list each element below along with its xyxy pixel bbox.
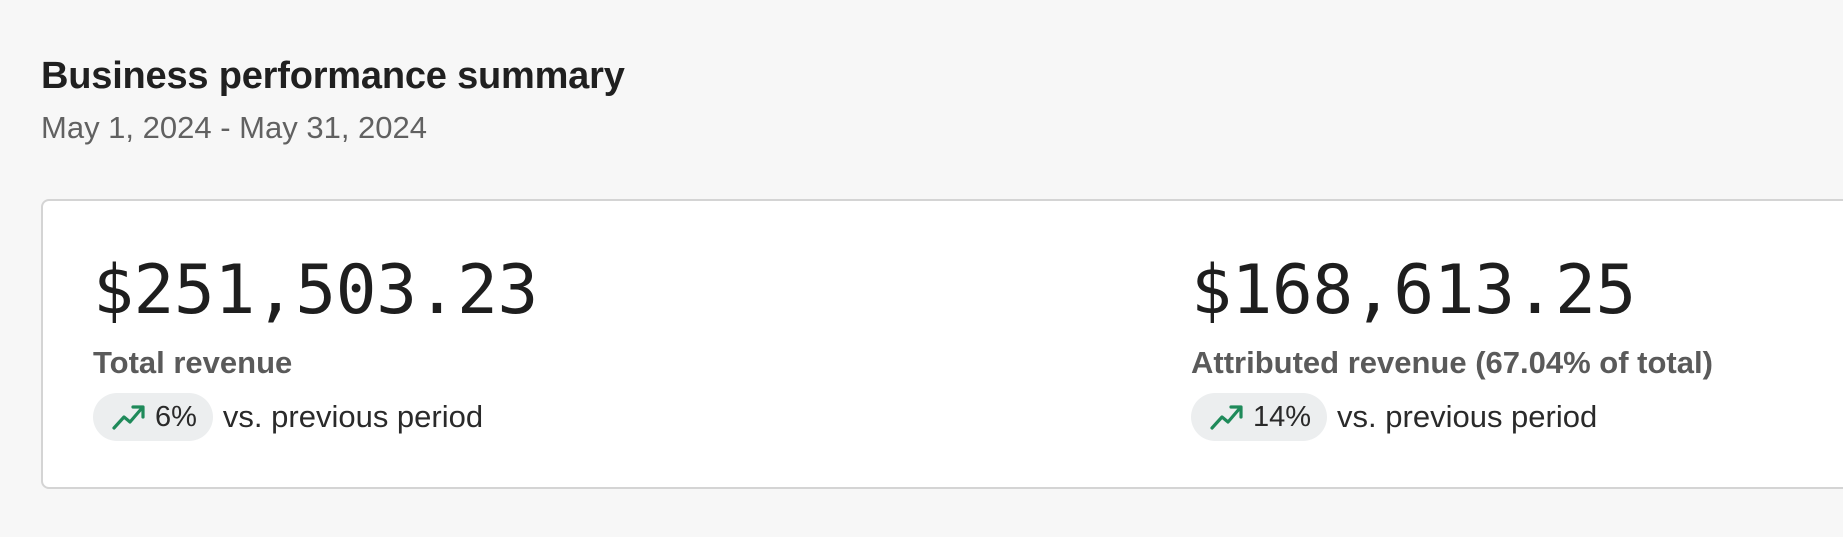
metric-total-revenue: $251,503.23 Total revenue 6% vs. previou…	[93, 251, 538, 441]
metric-attributed-revenue: $168,613.25 Attributed revenue (67.04% o…	[1191, 251, 1713, 441]
trending-up-icon	[1210, 405, 1243, 430]
change-badge: 14%	[1191, 393, 1328, 441]
change-row: 6% vs. previous period	[93, 393, 538, 441]
change-value: 6%	[155, 401, 197, 433]
metric-label: Attributed revenue (67.04% of total)	[1191, 345, 1713, 380]
metric-value: $168,613.25	[1191, 251, 1636, 330]
trending-up-icon	[112, 405, 145, 430]
change-value: 14%	[1253, 401, 1312, 433]
metric-label: Total revenue	[93, 345, 293, 380]
page-header: Business performance summary May 1, 2024…	[41, 50, 625, 152]
change-caption: vs. previous period	[222, 399, 484, 434]
change-badge: 6%	[93, 393, 213, 441]
page-title: Business performance summary	[41, 55, 625, 97]
metric-value: $251,503.23	[93, 251, 538, 330]
summary-card: $251,503.23 Total revenue 6% vs. previou…	[41, 199, 1843, 489]
change-row: 14% vs. previous period	[1191, 393, 1713, 441]
date-range: May 1, 2024 - May 31, 2024	[41, 110, 428, 145]
change-caption: vs. previous period	[1337, 399, 1598, 434]
